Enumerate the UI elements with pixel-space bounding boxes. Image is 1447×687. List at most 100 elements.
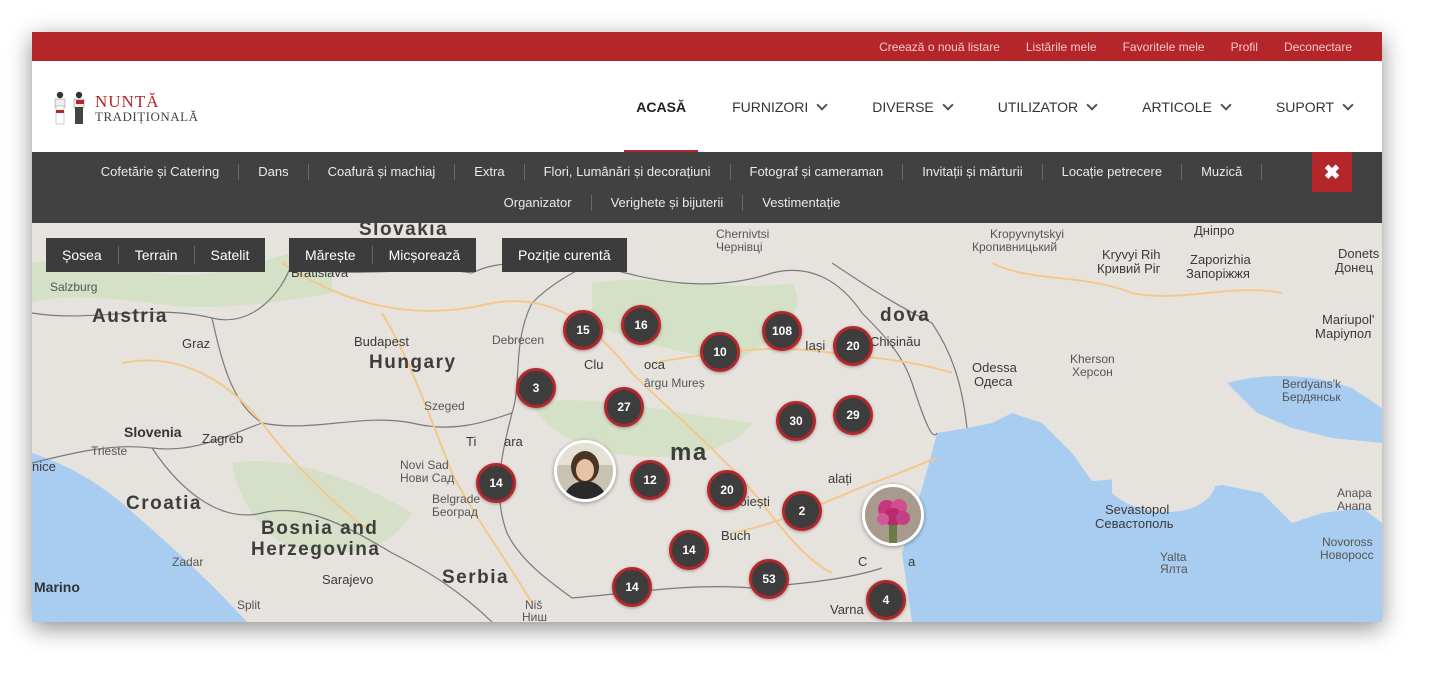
category-venue[interactable]: Locație petrecere [1043, 164, 1183, 180]
category-organizer[interactable]: Organizator [485, 195, 592, 211]
current-position-button[interactable]: Poziție curentă [502, 246, 627, 264]
map-cluster[interactable]: 27 [604, 387, 644, 427]
label-constanta: C [858, 554, 868, 569]
label-odessa: Odessa [972, 360, 1017, 375]
label-croatia: Croatia [126, 493, 202, 514]
map-cluster[interactable]: 10 [700, 332, 740, 372]
person-photo-icon [557, 443, 613, 499]
favorites-link[interactable]: Favoritele mele [1123, 40, 1205, 54]
label-anapa: Anapa [1337, 486, 1372, 500]
logo-line1: Nuntă [95, 91, 160, 111]
nav-articles-label: ARTICOLE [1142, 98, 1212, 115]
label-odessa-cyr: Одеса [974, 374, 1013, 389]
category-clothing[interactable]: Vestimentație [743, 195, 859, 211]
label-split: Split [237, 598, 261, 612]
label-novorossiysk: Novoross [1322, 535, 1373, 549]
map-cluster[interactable]: 4 [866, 580, 906, 620]
map-cluster[interactable]: 20 [833, 326, 873, 366]
label-bosnia-line2: Herzegovina [251, 539, 381, 560]
label-chisinau: Chișinău [870, 334, 921, 349]
vendor-flowers-marker[interactable] [862, 484, 924, 546]
map-cluster[interactable]: 108 [762, 311, 802, 351]
nav-various-label: DIVERSE [872, 98, 934, 115]
label-kryvyi-rih: Kryvyi Rih [1102, 247, 1161, 262]
label-chernivtsi-cyr: Чернівці [716, 240, 763, 254]
chevron-down-icon [1086, 98, 1098, 111]
profile-link[interactable]: Profil [1231, 40, 1258, 54]
label-kropyvnytskyi: Kropyvnytskyi [990, 227, 1065, 241]
satellite-map-button[interactable]: Satelit [195, 246, 266, 264]
map-cluster[interactable]: 12 [630, 460, 670, 500]
map-cluster[interactable]: 16 [621, 305, 661, 345]
category-photographer[interactable]: Fotograf și cameraman [731, 164, 904, 180]
category-rings[interactable]: Verighete și bijuterii [592, 195, 744, 211]
label-serbia: Serbia [442, 567, 510, 588]
category-extra[interactable]: Extra [455, 164, 525, 180]
label-graz: Graz [182, 336, 211, 351]
category-row-1: Cofetărie și Catering Dans Coafură și ma… [32, 157, 1312, 187]
site-logo[interactable]: Nuntă Tradițională [49, 89, 198, 127]
label-sevastopol: Sevastopol [1105, 502, 1170, 517]
map-cluster[interactable]: 20 [707, 470, 747, 510]
label-chernivtsi: Chernivtsi [716, 227, 770, 241]
logout-link[interactable]: Deconectare [1284, 40, 1352, 54]
nav-support[interactable]: SUPORT [1275, 61, 1354, 152]
label-kherson-cyr: Херсон [1072, 365, 1113, 379]
label-kropyvnytskyi-cyr: Кропивницький [972, 240, 1058, 254]
main-nav: ACASĂ FURNIZORI DIVERSE UTILIZATOR ARTIC… [590, 61, 1354, 153]
label-cluj: Clu [584, 357, 604, 372]
map-view[interactable]: Slovakia Austria Hungary Slovenia Croati… [32, 223, 1382, 622]
nav-home[interactable]: ACASĂ [624, 61, 698, 153]
close-categories-button[interactable]: ✖ [1312, 152, 1352, 192]
road-map-button[interactable]: Șosea [46, 246, 119, 264]
label-belgrade-cyr: Београд [432, 505, 478, 519]
category-invitations[interactable]: Invitații și mărturii [903, 164, 1043, 180]
map-cluster[interactable]: 30 [776, 401, 816, 441]
label-belgrade: Belgrade [432, 492, 481, 506]
label-donets-cyr: Донец [1335, 260, 1374, 275]
create-listing-link[interactable]: Creează o nouă listare [879, 40, 1000, 54]
vendor-avatar-marker[interactable] [554, 440, 616, 502]
label-dnipro: Дніпро [1194, 223, 1235, 238]
category-dance[interactable]: Dans [239, 164, 309, 180]
category-bar: Cofetărie și Catering Dans Coafură și ma… [32, 152, 1382, 223]
map-cluster[interactable]: 15 [563, 310, 603, 350]
category-catering[interactable]: Cofetărie și Catering [82, 164, 240, 180]
label-zaporizhia: Zaporizhia [1190, 252, 1251, 267]
chevron-down-icon [942, 98, 954, 111]
terrain-map-button[interactable]: Terrain [119, 246, 195, 264]
nav-user[interactable]: UTILIZATOR [997, 61, 1098, 152]
category-flowers[interactable]: Flori, Lumânări și decorațiuni [525, 164, 731, 180]
label-zagreb: Zagreb [202, 431, 244, 446]
map-cluster[interactable]: 14 [669, 530, 709, 570]
category-hair-makeup[interactable]: Coafură și machiaj [309, 164, 456, 180]
map-cluster[interactable]: 2 [782, 491, 822, 531]
label-szeged: Szeged [424, 399, 465, 413]
top-bar: Creează o nouă listare Listările mele Fa… [32, 32, 1382, 61]
label-novorossiysk-cyr: Новоросс [1320, 548, 1374, 562]
category-music[interactable]: Muzică [1182, 164, 1263, 180]
nav-suppliers[interactable]: FURNIZORI [732, 61, 828, 152]
nav-support-label: SUPORT [1275, 98, 1334, 115]
map-cluster[interactable]: 3 [516, 368, 556, 408]
nav-articles[interactable]: ARTICOLE [1142, 61, 1232, 152]
label-nice: nice [32, 459, 56, 474]
map-cluster[interactable]: 29 [833, 395, 873, 435]
zoom-in-button[interactable]: Mărește [289, 246, 373, 264]
zoom-out-button[interactable]: Micșorează [373, 246, 477, 264]
label-constanta-end: a [908, 554, 916, 569]
label-zadar: Zadar [172, 555, 204, 569]
my-listings-link[interactable]: Listările mele [1026, 40, 1097, 54]
label-cluj-end: oca [644, 357, 665, 372]
label-mariupol: Mariupol' [1322, 312, 1375, 327]
map-cluster[interactable]: 14 [476, 463, 516, 503]
label-novisad-cyr: Нови Сад [400, 471, 455, 485]
nav-user-label: UTILIZATOR [997, 98, 1079, 115]
map-cluster[interactable]: 14 [612, 567, 652, 607]
chevron-down-icon [1220, 98, 1232, 111]
nav-various[interactable]: DIVERSE [872, 61, 954, 152]
map-cluster[interactable]: 53 [749, 559, 789, 599]
label-kryvyi-rih-cyr: Кривий Ріг [1097, 261, 1161, 276]
label-zaporizhia-cyr: Запоріжжя [1186, 266, 1250, 281]
label-debrecen: Debrecen [492, 333, 545, 347]
